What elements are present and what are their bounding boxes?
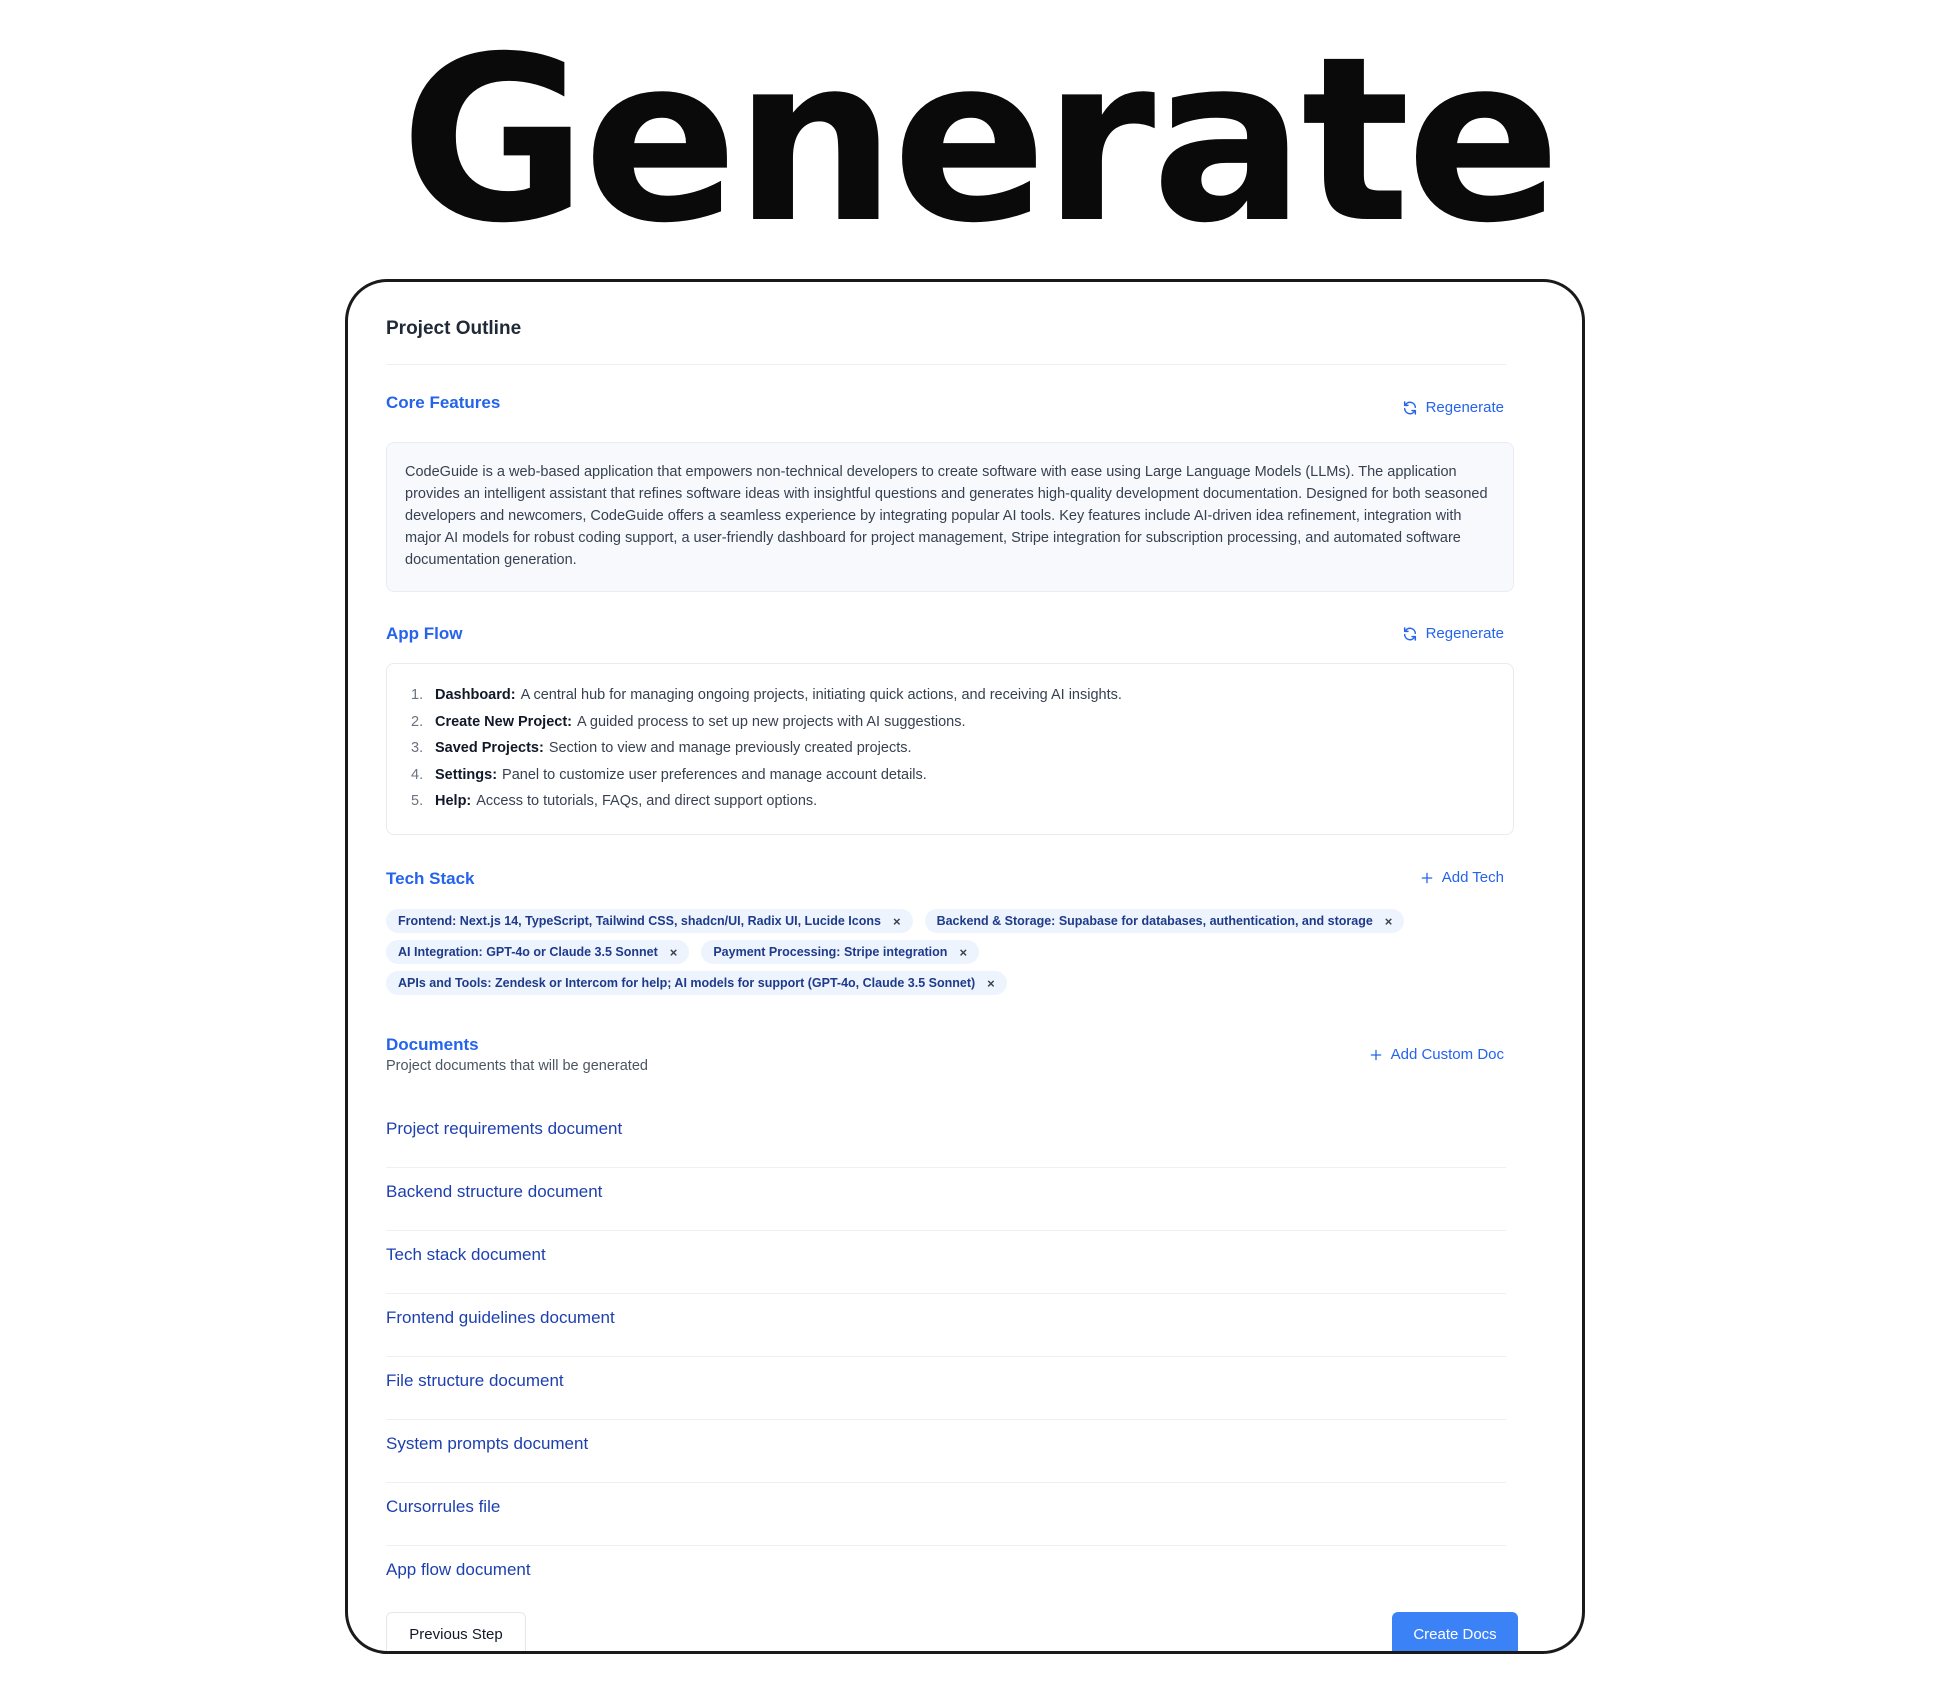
list-item: 5. Help: Access to tutorials, FAQs, and di… bbox=[411, 788, 1491, 815]
list-item: 3. Saved Projects: Section to view and man… bbox=[411, 735, 1491, 762]
regenerate-label: Regenerate bbox=[1425, 625, 1504, 642]
add-tech-label: Add Tech bbox=[1441, 869, 1504, 886]
add-custom-doc-button[interactable]: Add Custom Doc bbox=[1369, 1046, 1504, 1063]
list-item: 1. Dashboard: A central hub for managing o… bbox=[411, 682, 1491, 709]
tech-chip: Backend & Storage: Supabase for database… bbox=[924, 909, 1405, 933]
list-item: 2. Create New Project: A guided process to… bbox=[411, 709, 1491, 736]
item-description: Panel to customize user preferences and … bbox=[502, 766, 927, 783]
app-flow-list: 1. Dashboard: A central hub for managing o… bbox=[411, 682, 1491, 815]
item-description: A guided process to set up new projects … bbox=[577, 713, 966, 730]
document-item[interactable]: File structure document bbox=[386, 1357, 1506, 1420]
app-flow-box: 1. Dashboard: A central hub for managing o… bbox=[386, 663, 1514, 835]
item-name: Help: bbox=[435, 793, 472, 809]
regenerate-app-flow-button[interactable]: Regenerate bbox=[1402, 625, 1504, 642]
item-number: 1. bbox=[411, 687, 424, 703]
tech-chip: APIs and Tools: Zendesk or Intercom for … bbox=[386, 971, 1007, 995]
project-outline-panel: Project Outline Core Features Regenerate… bbox=[345, 279, 1585, 1654]
regenerate-label: Regenerate bbox=[1425, 399, 1504, 416]
plus-icon bbox=[1370, 1049, 1381, 1060]
tech-stack-title: Tech Stack bbox=[386, 869, 475, 888]
item-number: 3. bbox=[411, 740, 424, 756]
item-name: Dashboard: bbox=[435, 687, 516, 703]
document-item[interactable]: Cursorrules file bbox=[386, 1483, 1506, 1546]
close-icon[interactable]: × bbox=[987, 976, 995, 991]
document-item[interactable]: Frontend guidelines document bbox=[386, 1294, 1506, 1357]
tech-chips: Frontend: Next.js 14, TypeScript, Tailwi… bbox=[386, 909, 1516, 1002]
panel-title: Project Outline bbox=[386, 318, 522, 339]
refresh-icon bbox=[1403, 626, 1416, 641]
item-description: Access to tutorials, FAQs, and direct su… bbox=[476, 793, 818, 809]
create-docs-button[interactable]: Create Docs bbox=[1392, 1612, 1518, 1651]
item-number: 5. bbox=[411, 793, 424, 809]
tech-chip: Payment Processing: Stripe integration × bbox=[701, 940, 980, 964]
documents-title: Documents bbox=[386, 1035, 479, 1054]
document-list: Project requirements document Backend st… bbox=[386, 1105, 1506, 1609]
close-icon[interactable]: × bbox=[1385, 914, 1393, 929]
close-icon[interactable]: × bbox=[670, 945, 678, 960]
tech-chip: AI Integration: GPT-4o or Claude 3.5 Son… bbox=[386, 940, 690, 964]
chip-label: Frontend: Next.js 14, TypeScript, Tailwi… bbox=[398, 914, 881, 928]
core-features-text: CodeGuide is a web-based application tha… bbox=[386, 442, 1514, 592]
documents-subtitle: Project documents that will be generated bbox=[386, 1058, 648, 1074]
item-description: Section to view and manage previously cr… bbox=[548, 740, 912, 756]
document-item[interactable]: Backend structure document bbox=[386, 1168, 1506, 1231]
chip-label: Payment Processing: Stripe integration bbox=[713, 945, 948, 959]
previous-step-button[interactable]: Previous Step bbox=[386, 1612, 526, 1651]
refresh-icon bbox=[1403, 400, 1416, 415]
add-custom-doc-label: Add Custom Doc bbox=[1390, 1046, 1504, 1063]
item-name: Settings: bbox=[435, 766, 498, 783]
close-icon[interactable]: × bbox=[893, 914, 901, 929]
document-item[interactable]: Tech stack document bbox=[386, 1231, 1506, 1294]
regenerate-core-features-button[interactable]: Regenerate bbox=[1402, 399, 1504, 416]
add-tech-button[interactable]: Add Tech bbox=[1420, 869, 1504, 886]
tech-chip: Frontend: Next.js 14, TypeScript, Tailwi… bbox=[386, 909, 913, 933]
app-flow-title: App Flow bbox=[386, 624, 463, 643]
close-icon[interactable]: × bbox=[959, 945, 967, 960]
chip-label: Backend & Storage: Supabase for database… bbox=[936, 914, 1373, 928]
document-item[interactable]: Project requirements document bbox=[386, 1105, 1506, 1168]
chip-label: APIs and Tools: Zendesk or Intercom for … bbox=[398, 976, 976, 990]
core-features-title: Core Features bbox=[386, 393, 501, 412]
item-name: Create New Project: bbox=[435, 713, 572, 730]
item-name: Saved Projects: bbox=[435, 740, 544, 756]
item-number: 4. bbox=[411, 766, 424, 783]
document-item[interactable]: System prompts document bbox=[386, 1420, 1506, 1483]
item-description: A central hub for managing ongoing proje… bbox=[520, 687, 1122, 703]
plus-icon bbox=[1421, 872, 1433, 883]
item-number: 2. bbox=[411, 713, 424, 730]
document-item[interactable]: App flow document bbox=[386, 1546, 1506, 1609]
chip-label: AI Integration: GPT-4o or Claude 3.5 Son… bbox=[398, 945, 658, 959]
list-item: 4. Settings: Panel to customize user prefe… bbox=[411, 762, 1491, 789]
divider bbox=[386, 364, 1506, 365]
